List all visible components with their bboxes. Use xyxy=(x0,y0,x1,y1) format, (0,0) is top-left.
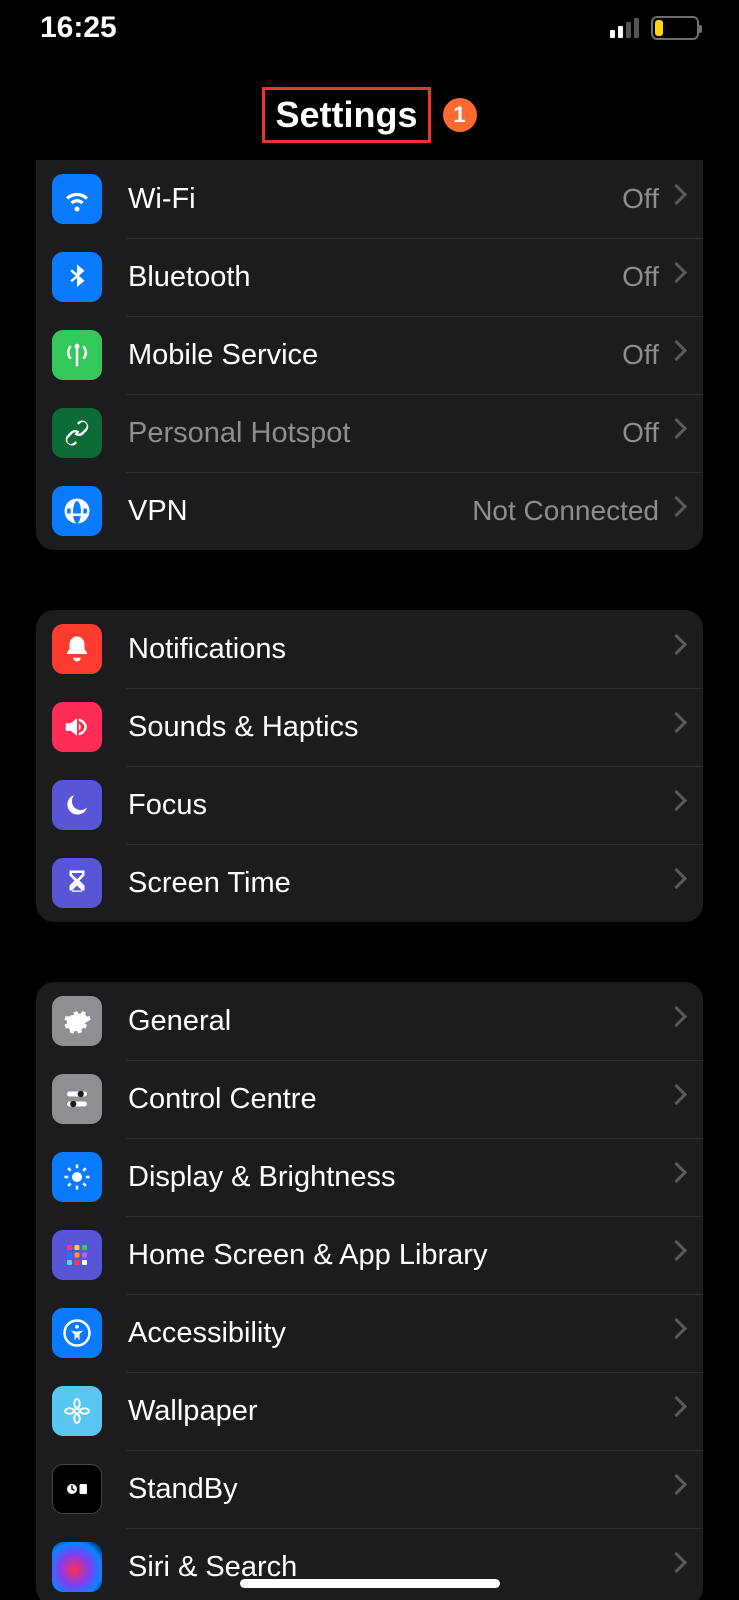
settings-row-vpn[interactable]: VPNNot Connected xyxy=(36,472,703,550)
row-label: Home Screen & App Library xyxy=(128,1239,669,1272)
row-label: Focus xyxy=(128,789,669,822)
row-label: StandBy xyxy=(128,1473,669,1506)
row-label: Control Centre xyxy=(128,1083,669,1116)
title-highlight: Settings xyxy=(262,87,430,143)
flower-icon xyxy=(52,1386,102,1436)
settings-list[interactable]: Wi-FiOffBluetoothOffMobile ServiceOffPer… xyxy=(0,160,739,1600)
chevron-right-icon xyxy=(669,421,683,445)
settings-group: Notifications Sounds & Haptics Focus Screen… xyxy=(36,610,703,922)
row-label: Wallpaper xyxy=(128,1395,669,1428)
row-label: Mobile Service xyxy=(128,339,622,372)
settings-row-display-brightness[interactable]: Display & Brightness xyxy=(36,1138,703,1216)
chevron-right-icon xyxy=(669,1165,683,1189)
row-label: Notifications xyxy=(128,633,669,666)
chevron-right-icon xyxy=(669,871,683,895)
settings-row-screen-time[interactable]: Screen Time xyxy=(36,844,703,922)
cellular-signal-icon xyxy=(610,18,639,38)
row-label: General xyxy=(128,1005,669,1038)
row-value: Off xyxy=(622,183,659,215)
chevron-right-icon xyxy=(669,1477,683,1501)
page-title: Settings xyxy=(275,94,417,135)
chevron-right-icon xyxy=(669,1087,683,1111)
antenna-icon xyxy=(52,330,102,380)
bluetooth-icon xyxy=(52,252,102,302)
settings-row-personal-hotspot[interactable]: Personal HotspotOff xyxy=(36,394,703,472)
settings-row-mobile-service[interactable]: Mobile ServiceOff xyxy=(36,316,703,394)
settings-row-standby[interactable]: StandBy xyxy=(36,1450,703,1528)
row-label: Display & Brightness xyxy=(128,1161,669,1194)
standby-icon xyxy=(52,1464,102,1514)
row-label: Sounds & Haptics xyxy=(128,711,669,744)
home-indicator[interactable] xyxy=(240,1579,500,1588)
status-time: 16:25 xyxy=(40,11,117,45)
chevron-right-icon xyxy=(669,499,683,523)
chevron-right-icon xyxy=(669,343,683,367)
gear-icon xyxy=(52,996,102,1046)
globe-icon xyxy=(52,486,102,536)
row-label: Screen Time xyxy=(128,867,669,900)
settings-row-siri-search[interactable]: Siri & Search xyxy=(36,1528,703,1600)
row-value: Not Connected xyxy=(472,495,659,527)
chevron-right-icon xyxy=(669,265,683,289)
row-label: VPN xyxy=(128,495,472,528)
bell-icon xyxy=(52,624,102,674)
nav-bar: Settings 1 xyxy=(0,70,739,160)
row-value: Off xyxy=(622,339,659,371)
settings-row-accessibility[interactable]: Accessibility xyxy=(36,1294,703,1372)
chevron-right-icon xyxy=(669,1009,683,1033)
accessibility-icon xyxy=(52,1308,102,1358)
row-value: Off xyxy=(622,261,659,293)
settings-row-general[interactable]: General xyxy=(36,982,703,1060)
settings-group: General Control Centre Display & Brightnes… xyxy=(36,982,703,1600)
siri-icon xyxy=(52,1542,102,1592)
chevron-right-icon xyxy=(669,1243,683,1267)
row-label: Wi-Fi xyxy=(128,183,622,216)
settings-row-wi-fi[interactable]: Wi-FiOff xyxy=(36,160,703,238)
settings-row-sounds-haptics[interactable]: Sounds & Haptics xyxy=(36,688,703,766)
settings-row-notifications[interactable]: Notifications xyxy=(36,610,703,688)
speaker-icon xyxy=(52,702,102,752)
settings-row-control-centre[interactable]: Control Centre xyxy=(36,1060,703,1138)
chevron-right-icon xyxy=(669,1321,683,1345)
battery-icon xyxy=(651,16,699,40)
settings-row-home-screen-app-library[interactable]: Home Screen & App Library xyxy=(36,1216,703,1294)
sun-icon xyxy=(52,1152,102,1202)
notification-badge: 1 xyxy=(443,98,477,132)
chevron-right-icon xyxy=(669,793,683,817)
row-value: Off xyxy=(622,417,659,449)
chevron-right-icon xyxy=(669,1555,683,1579)
row-label: Accessibility xyxy=(128,1317,669,1350)
hourglass-icon xyxy=(52,858,102,908)
wifi-icon xyxy=(52,174,102,224)
chevron-right-icon xyxy=(669,187,683,211)
link-icon xyxy=(52,408,102,458)
settings-row-focus[interactable]: Focus xyxy=(36,766,703,844)
settings-group: Wi-FiOffBluetoothOffMobile ServiceOffPer… xyxy=(36,160,703,550)
row-label: Personal Hotspot xyxy=(128,417,622,450)
chevron-right-icon xyxy=(669,1399,683,1423)
grid-icon xyxy=(52,1230,102,1280)
status-right xyxy=(610,16,699,40)
chevron-right-icon xyxy=(669,637,683,661)
sliders-icon xyxy=(52,1074,102,1124)
row-label: Bluetooth xyxy=(128,261,622,294)
settings-row-bluetooth[interactable]: BluetoothOff xyxy=(36,238,703,316)
status-bar: 16:25 xyxy=(0,0,739,56)
moon-icon xyxy=(52,780,102,830)
chevron-right-icon xyxy=(669,715,683,739)
settings-row-wallpaper[interactable]: Wallpaper xyxy=(36,1372,703,1450)
